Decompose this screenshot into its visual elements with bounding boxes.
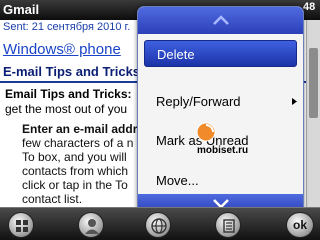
ok-button[interactable]: ok [286,212,314,238]
tip-line: click or tap in the To [22,178,128,192]
lead-line: get the most out of you [5,102,128,116]
watermark-text: mobiset.ru [197,145,248,156]
clock: 48 [303,1,316,13]
contacts-button[interactable] [78,212,104,238]
watermark-logo: mobiset.ru [193,117,263,162]
menu-item-reply-forward[interactable]: Reply/Forward [144,88,297,115]
list-icon [223,219,235,233]
tip-paragraph: Enter an e-mail addr few characters of a… [22,122,137,206]
tip-line: few characters of a n [22,136,134,150]
chevron-up-icon [213,15,229,25]
scrollbar-thumb[interactable] [309,48,318,118]
tip-line: Enter an e-mail addr [22,122,138,136]
header-link[interactable]: Windows® phone [3,41,121,58]
contact-icon [85,219,99,234]
globe-icon [151,218,167,234]
sent-date: Sent: 21 сентября 2010 г. [3,21,131,33]
app-title: Gmail [3,2,40,17]
menu-scroll-up-button[interactable] [138,7,303,34]
softkey-bar: ok [0,207,320,240]
menu-item-label: Reply/Forward [156,94,241,109]
internet-button[interactable] [145,212,171,238]
lead-heading: Email Tips and Tricks: [5,87,132,101]
submenu-arrow-icon [292,98,297,105]
lead-paragraph: Email Tips and Tricks: get the most out … [5,87,132,117]
menu-item-delete[interactable]: Delete [144,40,297,67]
windows-start-icon [16,220,28,232]
email-subtitle: E-mail Tips and Tricks [3,64,141,79]
menu-list-button[interactable] [215,212,241,238]
tip-line: contact list. [22,192,83,206]
menu-item-move[interactable]: Move... [144,167,297,194]
tip-line: contacts from which [22,164,129,178]
vertical-scrollbar[interactable] [306,20,320,207]
tip-line: To box, and you will [22,150,127,164]
start-button[interactable] [8,212,34,238]
menu-item-label: Move... [156,173,199,188]
context-menu: Delete Reply/Forward Mark as Unread Move… [137,6,304,214]
menu-item-label: Delete [157,47,195,62]
